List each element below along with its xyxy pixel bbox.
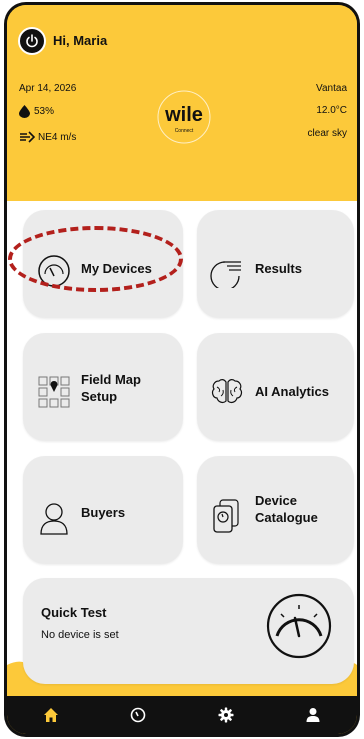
gear-icon: [218, 707, 234, 723]
power-icon: [26, 34, 38, 48]
results-tile[interactable]: Results: [197, 210, 354, 318]
nav-gauge[interactable]: [123, 700, 153, 730]
nav-profile[interactable]: [298, 700, 328, 730]
gauge-icon: [130, 707, 146, 723]
quick-test-gauge-icon: [266, 593, 332, 659]
device-catalogue-label-line2: Catalogue: [255, 510, 318, 525]
device-catalogue-tile[interactable]: Device Catalogue: [197, 456, 354, 564]
power-button[interactable]: [18, 27, 46, 55]
logo-text: wile: [164, 104, 203, 126]
user-icon: [306, 708, 320, 722]
phone-frame: Hi, Maria Apr 14, 2026 53% NE4 m/s Vanta…: [4, 2, 360, 737]
results-icon: [210, 261, 241, 288]
my-devices-highlight: [8, 226, 183, 292]
wind-icon: [20, 131, 35, 143]
nav-settings[interactable]: [211, 700, 241, 730]
wile-logo: wile Connect: [152, 87, 216, 145]
brain-icon: [211, 379, 243, 404]
quick-test-title: Quick Test: [41, 605, 107, 620]
device-catalogue-label-line1: Device: [255, 493, 297, 508]
field-map-label: Field Map Setup: [81, 371, 141, 405]
field-map-label-line1: Field Map: [81, 372, 141, 387]
field-map-label-line2: Setup: [81, 389, 118, 404]
city-text: Vantaa: [316, 83, 347, 94]
field-map-icon: [38, 376, 70, 408]
temperature-text: 12.0°C: [316, 105, 347, 116]
humidity-value: 53%: [34, 106, 55, 117]
ai-analytics-tile[interactable]: AI Analytics: [197, 333, 354, 441]
sky-text: clear sky: [307, 128, 347, 139]
app-screen: Hi, Maria Apr 14, 2026 53% NE4 m/s Vanta…: [7, 5, 357, 734]
wind-readout: NE4 m/s: [19, 131, 76, 143]
date-text: Apr 14, 2026: [19, 83, 77, 94]
nav-home[interactable]: [36, 700, 66, 730]
buyers-tile[interactable]: Buyers: [23, 456, 183, 564]
device-catalogue-label: Device Catalogue: [255, 492, 318, 526]
greeting-text: Hi, Maria: [53, 33, 108, 48]
bottom-nav: [7, 696, 357, 734]
quick-test-status: No device is set: [41, 629, 119, 641]
wind-value: NE4 m/s: [38, 131, 77, 143]
results-label: Results: [255, 261, 302, 276]
catalogue-icon: [213, 499, 239, 533]
field-map-setup-tile[interactable]: Field Map Setup: [23, 333, 183, 441]
home-icon: [43, 708, 58, 722]
ai-analytics-label: AI Analytics: [255, 384, 329, 399]
humidity-readout: 53%: [19, 105, 54, 118]
logo-subtext: Connect: [175, 128, 194, 134]
buyers-label: Buyers: [81, 505, 126, 520]
person-icon: [40, 503, 68, 535]
drop-icon: [19, 105, 30, 118]
quick-test-card[interactable]: Quick Test No device is set: [23, 578, 354, 684]
